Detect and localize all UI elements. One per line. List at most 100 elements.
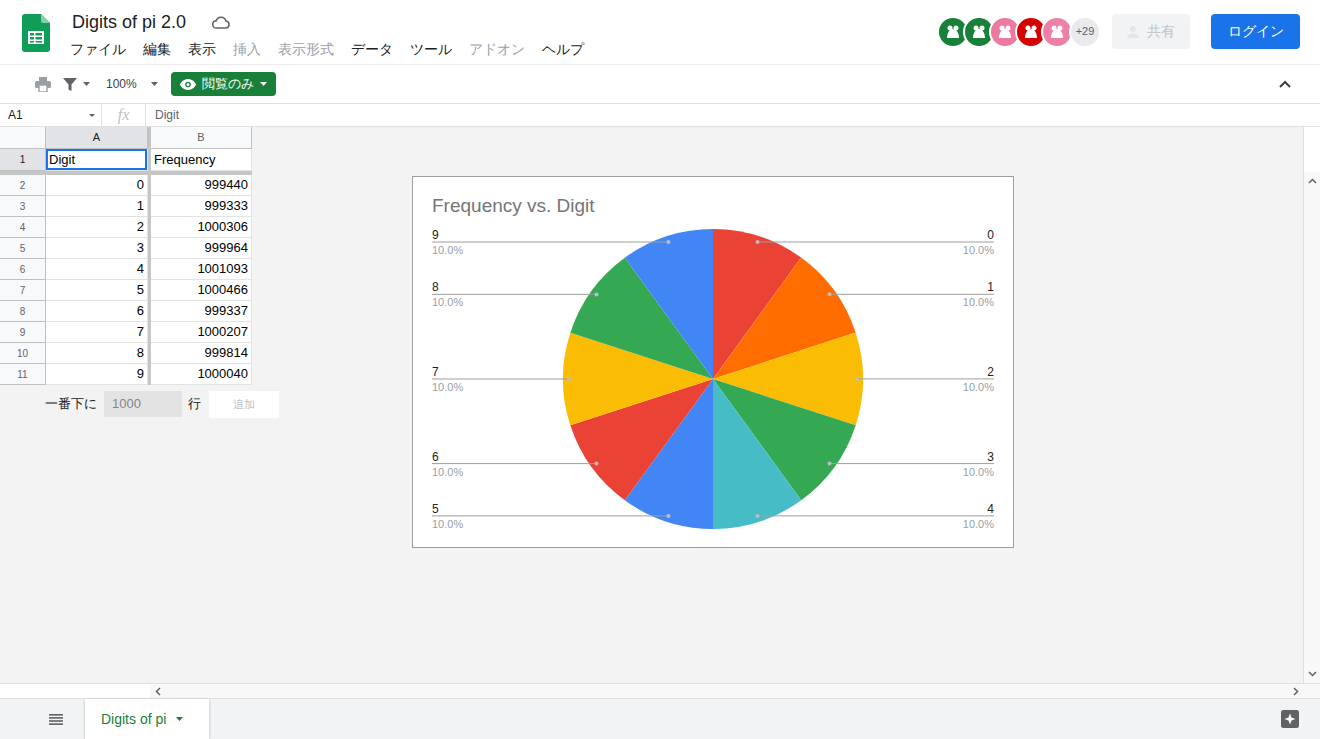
formula-bar: A1 fx Digit [0, 103, 1320, 127]
scroll-up-icon[interactable] [1308, 178, 1317, 184]
menu-bar: ファイル編集表示挿入表示形式データツールアドオンヘルプ [68, 37, 586, 61]
horizontal-scrollbar[interactable] [0, 683, 1320, 698]
animal-icon [1022, 23, 1040, 41]
table-cell[interactable]: 9 [46, 364, 148, 385]
login-button[interactable]: ログイン [1211, 14, 1300, 49]
all-sheets-menu-icon[interactable] [49, 699, 63, 739]
row-header[interactable]: 9 [0, 322, 46, 343]
row-header[interactable]: 10 [0, 343, 46, 364]
leader-line [432, 463, 597, 464]
leader-dot [667, 240, 671, 244]
print-icon[interactable] [35, 76, 51, 92]
table-cell[interactable]: 7 [46, 322, 148, 343]
table-cell[interactable]: 3 [46, 238, 148, 259]
row-header[interactable]: 4 [0, 217, 46, 238]
menu-item: アドオン [467, 39, 527, 59]
menu-item[interactable]: 表示 [186, 39, 218, 59]
select-all-corner[interactable] [0, 127, 46, 149]
app-header: Digits of pi 2.0 ファイル編集表示挿入表示形式データツールアドオ… [0, 0, 1320, 64]
table-cell[interactable]: 999337 [151, 301, 252, 322]
zoom-select[interactable]: 100% [106, 75, 137, 93]
eye-icon [180, 79, 196, 90]
table-cell[interactable]: 1000040 [151, 364, 252, 385]
leader-dot [828, 292, 832, 296]
slice-label: 5 [432, 502, 439, 516]
menu-item[interactable]: ファイル [68, 39, 128, 59]
slice-percent: 10.0% [432, 244, 463, 256]
table-cell[interactable]: 999814 [151, 343, 252, 364]
table-cell[interactable]: 1000207 [151, 322, 252, 343]
row-header[interactable]: 6 [0, 259, 46, 280]
table-cell[interactable]: Digit [46, 149, 148, 171]
scroll-right-icon[interactable] [1293, 687, 1299, 696]
formula-input[interactable]: Digit [155, 106, 179, 124]
column-header[interactable]: B [151, 127, 252, 149]
slice-label: 6 [432, 450, 439, 464]
menu-item[interactable]: ヘルプ [540, 39, 586, 59]
scroll-down-icon[interactable] [1308, 671, 1317, 677]
slice-percent: 10.0% [432, 466, 463, 478]
table-cell[interactable]: 0 [46, 175, 148, 196]
table-cell[interactable]: 999964 [151, 238, 252, 259]
cloud-status-icon[interactable] [212, 15, 230, 29]
leader-line [758, 515, 995, 516]
slice-label: 3 [987, 450, 994, 464]
row-header[interactable]: 7 [0, 280, 46, 301]
table-cell[interactable]: 5 [46, 280, 148, 301]
caret-icon [260, 82, 267, 86]
menu-item[interactable]: 編集 [141, 39, 173, 59]
document-title[interactable]: Digits of pi 2.0 [70, 10, 188, 34]
more-collaborators[interactable]: +29 [1069, 16, 1101, 48]
animal-icon [944, 23, 962, 41]
column-header-row: AB [0, 127, 1303, 149]
filter-icon[interactable] [63, 78, 90, 91]
table-cell[interactable]: Frequency [151, 149, 252, 171]
menu-item[interactable]: データ [349, 39, 395, 59]
pie-slice[interactable] [625, 229, 713, 379]
animal-icon [996, 23, 1014, 41]
row-header[interactable]: 5 [0, 238, 46, 259]
table-cell[interactable]: 1001093 [151, 259, 252, 280]
leader-dot [667, 514, 671, 518]
row-header[interactable]: 8 [0, 301, 46, 322]
caret-icon[interactable] [176, 717, 183, 721]
leader-dot [595, 462, 599, 466]
sheets-logo-icon[interactable] [22, 14, 50, 52]
row-header[interactable]: 2 [0, 175, 46, 196]
slice-percent: 10.0% [963, 381, 994, 393]
leader-dot [567, 377, 571, 381]
chart[interactable]: Frequency vs. Digit010.0%110.0%210.0%310… [412, 176, 1014, 548]
collapse-chevron-icon[interactable] [1279, 80, 1291, 88]
table-cell[interactable]: 1000466 [151, 280, 252, 301]
view-only-button[interactable]: 閲覧のみ [171, 72, 276, 96]
leader-dot [855, 377, 859, 381]
explore-icon[interactable] [1281, 699, 1299, 739]
row-header[interactable]: 11 [0, 364, 46, 385]
zoom-caret-icon[interactable] [151, 82, 158, 86]
scroll-left-icon[interactable] [155, 687, 161, 696]
table-cell[interactable]: 4 [46, 259, 148, 280]
row-count-field: 1000 [104, 391, 182, 417]
fx-label: fx [118, 103, 130, 127]
table-cell[interactable]: 999333 [151, 196, 252, 217]
table-cell[interactable]: 1 [46, 196, 148, 217]
slice-label: 9 [432, 228, 439, 242]
table-cell[interactable]: 999440 [151, 175, 252, 196]
table-cell[interactable]: 8 [46, 343, 148, 364]
leader-dot [756, 240, 760, 244]
sheet-tab-bar: Digits of pi [0, 698, 1320, 739]
row-header[interactable]: 3 [0, 196, 46, 217]
leader-line [830, 463, 995, 464]
menu-item[interactable]: ツール [408, 39, 454, 59]
column-header[interactable]: A [46, 127, 148, 149]
name-box[interactable]: A1 [0, 104, 102, 126]
table-cell[interactable]: 2 [46, 217, 148, 238]
vertical-scrollbar[interactable] [1303, 127, 1320, 683]
animal-icon [1048, 23, 1066, 41]
leader-dot [595, 292, 599, 296]
pie-slice[interactable] [713, 379, 801, 529]
table-cell[interactable]: 6 [46, 301, 148, 322]
table-cell[interactable]: 1000306 [151, 217, 252, 238]
row-header[interactable]: 1 [0, 149, 46, 171]
sheet-tab[interactable]: Digits of pi [85, 699, 209, 739]
